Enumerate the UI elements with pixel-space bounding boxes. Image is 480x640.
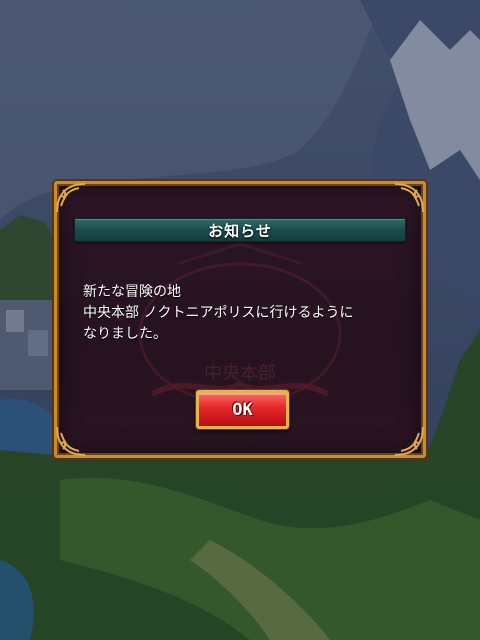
message-line: 中央本部 ノクトニアポリスに行けるように [83,305,354,321]
ok-button[interactable]: OK [196,390,289,429]
ornament-corner-icon [56,426,86,456]
ornament-corner-icon [56,183,86,213]
emblem-text: 中央本部 [204,363,276,384]
ornament-corner-icon [394,426,424,456]
message-line: なりました。 [83,326,167,342]
message-line: 新たな冒険の地 [83,284,181,300]
dialog-title-bar: お知らせ [74,218,406,242]
dialog-message: 新たな冒険の地 中央本部 ノクトニアポリスに行けるように なりました。 [83,282,413,345]
ornament-corner-icon [394,183,424,213]
dialog-title: お知らせ [208,221,272,240]
notice-dialog: 中央本部 お知らせ 新たな冒険の地 中央本部 ノクトニアポリスに行けるように な… [54,181,426,458]
ok-button-label: OK [232,399,253,420]
